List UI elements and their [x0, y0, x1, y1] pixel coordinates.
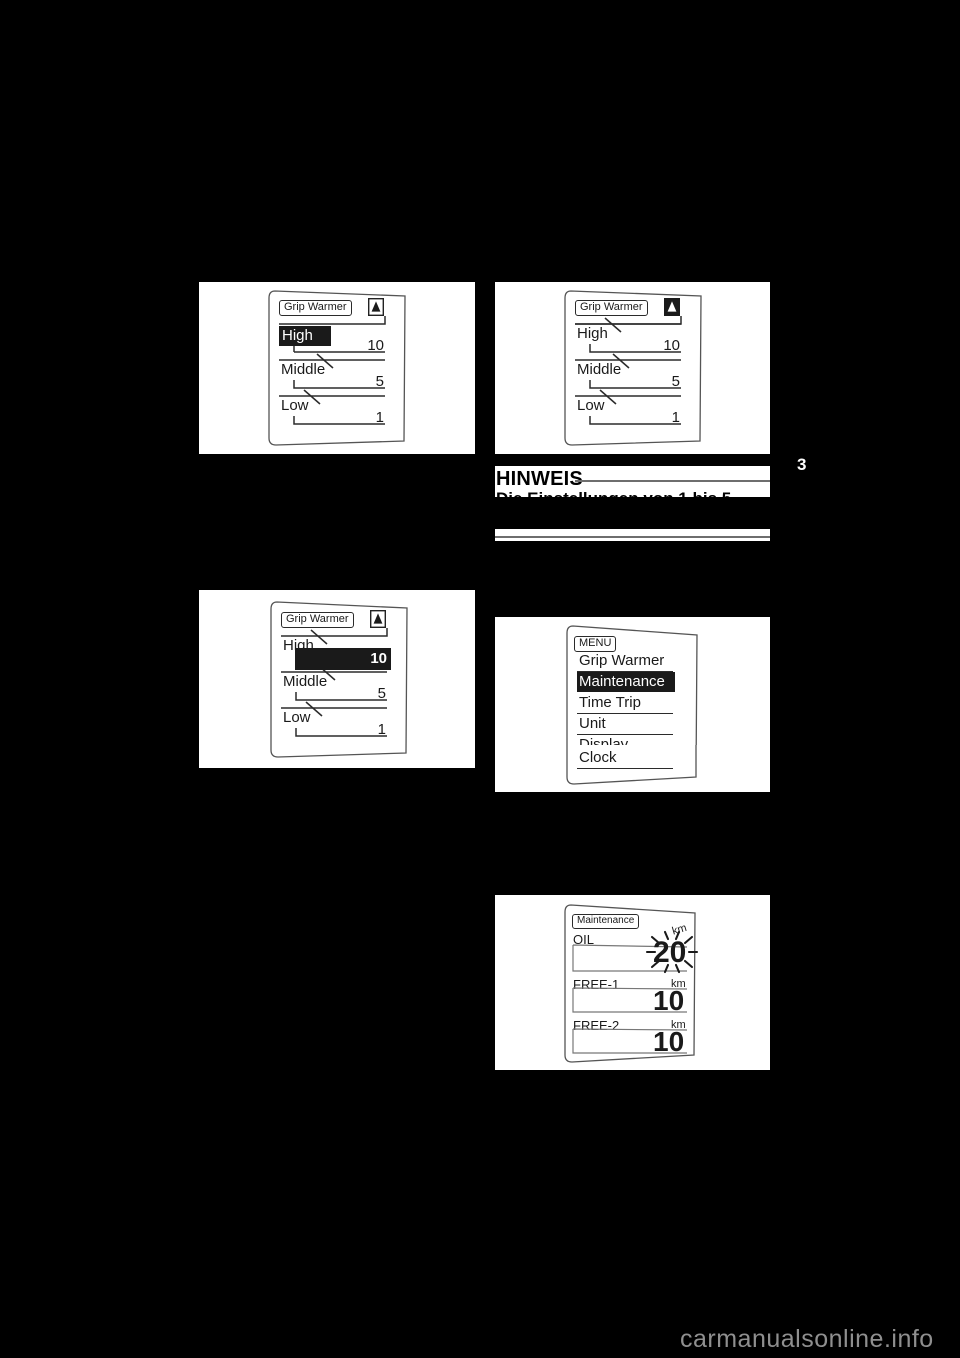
row-value-high: 10: [663, 337, 680, 354]
note-bottom-band: [495, 529, 770, 541]
menu-item-unit[interactable]: Unit: [579, 716, 606, 731]
row-label-middle: Middle: [283, 673, 328, 690]
row-label-low: Low: [577, 397, 605, 414]
site-watermark: carmanualsonline.info: [680, 1325, 934, 1353]
row-value-middle: 5: [671, 373, 680, 390]
menu-item-maintenance[interactable]: Maintenance: [577, 672, 675, 692]
menu-item-grip-warmer[interactable]: Grip Warmer: [579, 653, 664, 668]
screen-title-chip: MENU: [574, 636, 617, 652]
row-value-low: 1: [375, 409, 384, 426]
row-value-low: 1: [377, 721, 386, 738]
screen-title-chip: Grip Warmer: [279, 300, 352, 316]
menu-item-time-trip[interactable]: Time Trip: [579, 695, 641, 710]
figure-menu-screen-clock-row: Clock: [495, 745, 770, 792]
row-value-high: 10: [295, 648, 391, 670]
row-label-high: High: [577, 325, 608, 342]
row-label-low: Low: [281, 397, 309, 414]
up-arrow-icon: [370, 610, 386, 628]
note-body-text: Die Einstellungen von 1 bis 5 wurden nic…: [496, 488, 770, 497]
row-label-low: Low: [283, 709, 311, 726]
row-label-high: High: [279, 326, 331, 346]
lcd-screen-bottom: [566, 745, 697, 785]
row-value-high: 10: [367, 337, 384, 354]
figure-maintenance-screen: Maintenance OIL km 20 FREE-1 km 10 FREE-…: [495, 895, 770, 1070]
figure-grip-warmer-plain: Grip Warmer High 10 Middle 5 Low 1: [495, 282, 770, 454]
screen-title-chip: Grip Warmer: [575, 300, 648, 316]
maintenance-value-free-1: 10: [653, 985, 685, 1016]
figure-grip-warmer-high-selected: Grip Warmer High 10 Middle 5 Low 1: [199, 282, 475, 454]
maintenance-value-free-2: 10: [653, 1026, 685, 1057]
row-label-middle: Middle: [577, 361, 622, 378]
maintenance-value-oil: 20: [653, 936, 687, 969]
note-heading-rule: [575, 480, 770, 482]
row-value-middle: 5: [375, 373, 384, 390]
row-label-middle: Middle: [281, 361, 326, 378]
up-arrow-icon: [368, 298, 384, 316]
screen-title-chip: Maintenance: [572, 914, 640, 929]
up-arrow-icon: [664, 298, 680, 316]
page-number: 3: [797, 455, 807, 474]
row-value-middle: 5: [377, 685, 386, 702]
figure-grip-warmer-value-selected: Grip Warmer High 10 Middle 5 Low 1: [199, 590, 475, 768]
row-value-low: 1: [671, 409, 680, 426]
screen-title-chip: Grip Warmer: [281, 612, 354, 628]
note-bottom-rule: [495, 536, 770, 538]
